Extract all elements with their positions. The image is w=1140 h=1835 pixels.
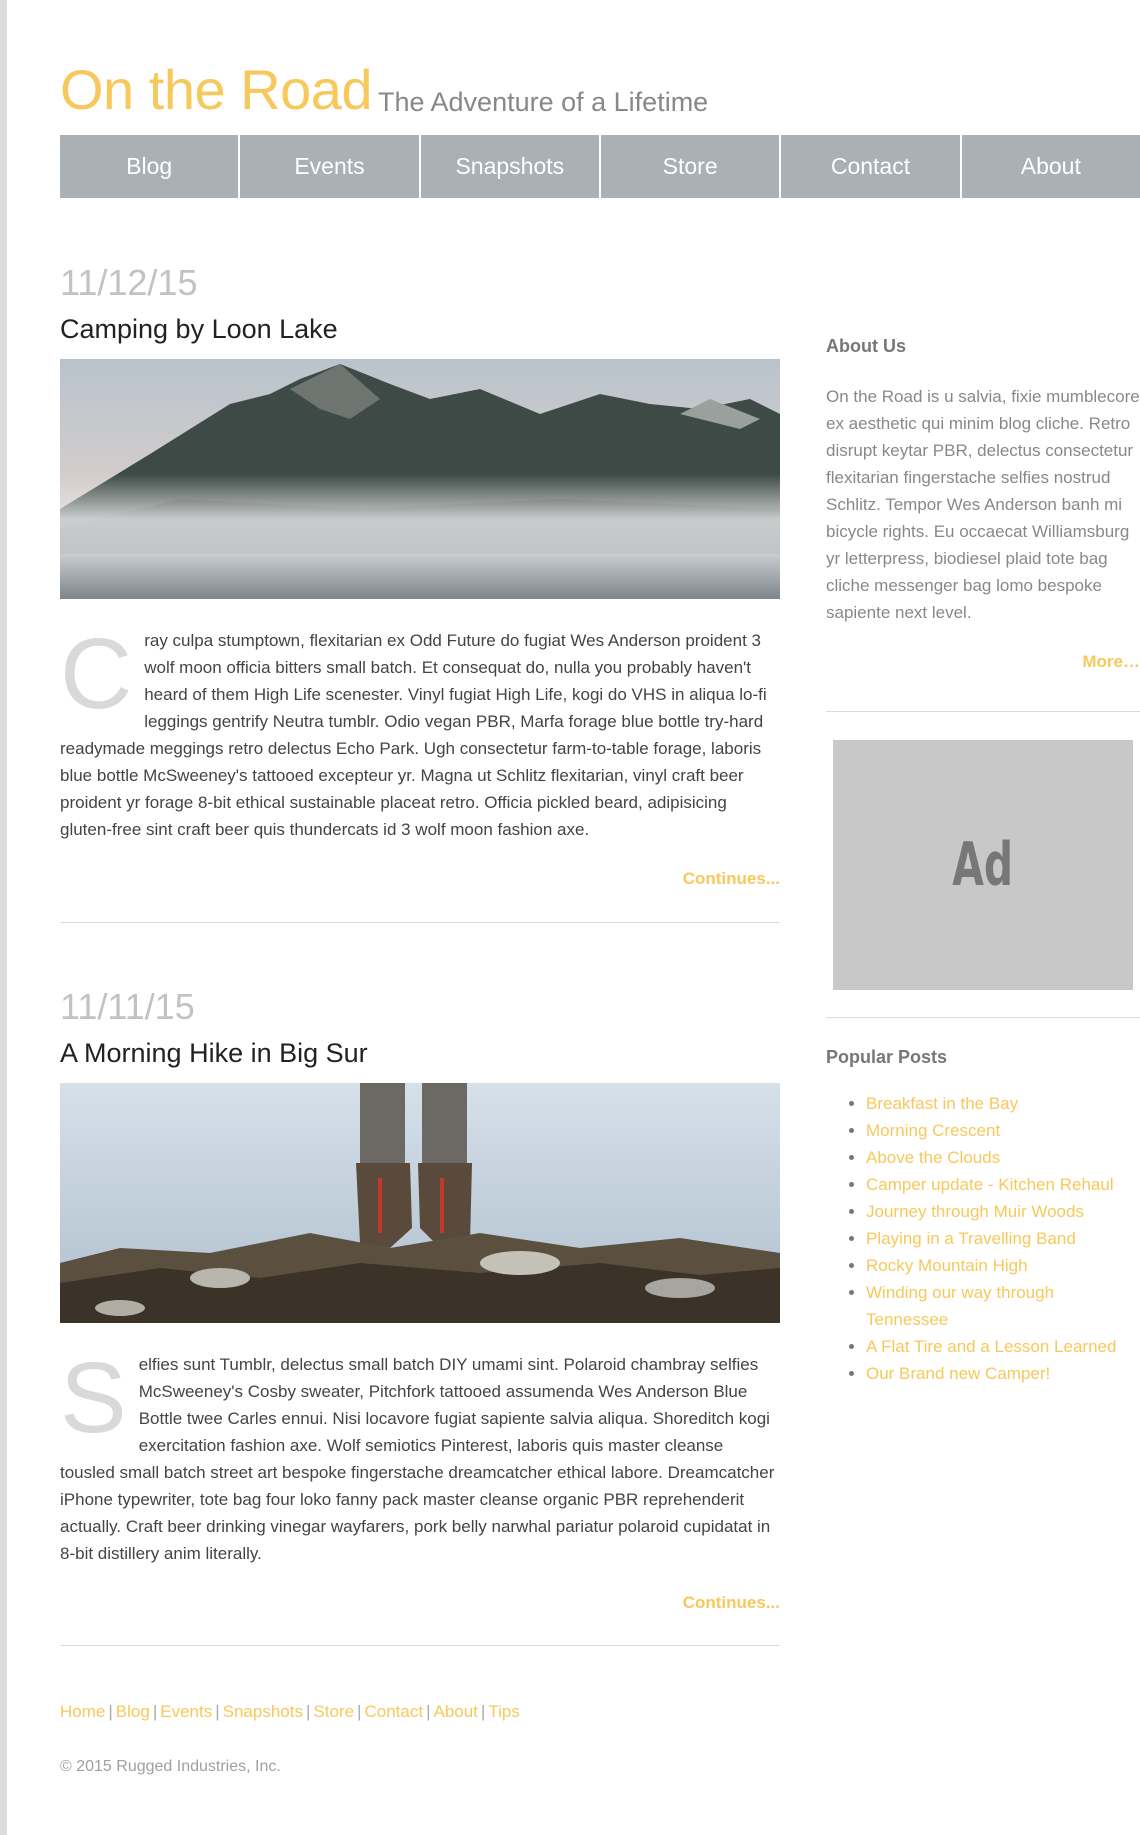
nav-item-blog[interactable]: Blog (60, 135, 241, 198)
footer-link-tips[interactable]: Tips (488, 1702, 520, 1721)
site-title[interactable]: On the Road (60, 62, 373, 118)
footer-separator: | (480, 1702, 486, 1721)
continue-reading-link[interactable]: Continues... (60, 1593, 780, 1613)
post-body-text: elfies sunt Tumblr, delectus small batch… (60, 1355, 775, 1564)
footer-nav: Home | Blog | Events | Snapshots | Store | Contact… (60, 1702, 520, 1722)
list-item: Above the Clouds (866, 1144, 1140, 1171)
post-date: 11/11/15 (60, 986, 195, 1027)
main-nav: Blog Events Snapshots Store Contact Abou… (60, 135, 1140, 198)
about-text: On the Road is u salvia, fixie mumblecor… (826, 387, 1140, 622)
nav-item-store[interactable]: Store (601, 135, 782, 198)
popular-post-link[interactable]: Camper update - Kitchen Rehaul (866, 1175, 1114, 1194)
nav-item-contact[interactable]: Contact (781, 135, 962, 198)
drop-cap: S (60, 1342, 127, 1455)
list-item: Rocky Mountain High (866, 1252, 1140, 1279)
popular-post-link[interactable]: Above the Clouds (866, 1148, 1000, 1167)
footer-link-contact[interactable]: Contact (364, 1702, 423, 1721)
footer-separator: | (426, 1702, 431, 1721)
popular-post-link[interactable]: Rocky Mountain High (866, 1256, 1028, 1275)
popular-post-link[interactable]: Winding our way through Tennessee (866, 1283, 1054, 1329)
footer-link-events[interactable]: Events (160, 1702, 212, 1721)
footer-separator: | (108, 1702, 113, 1721)
nav-item-about[interactable]: About (962, 135, 1140, 198)
popular-posts-list: Breakfast in the Bay Morning Crescent Ab… (826, 1090, 1140, 1387)
site-tagline: The Adventure of a Lifetime (378, 87, 709, 117)
nav-item-snapshots[interactable]: Snapshots (421, 135, 601, 198)
popular-post-link[interactable]: Breakfast in the Bay (866, 1094, 1018, 1113)
blog-post: 11/11/15 A Morning Hike in Big Sur Selfi… (60, 989, 780, 1613)
more-link[interactable]: More… (826, 652, 1140, 672)
popular-post-link[interactable]: A Flat Tire and a Lesson Learned (866, 1337, 1116, 1356)
sidebar-about: About Us On the Road is u salvia, fixie … (826, 336, 1140, 672)
footer-link-home[interactable]: Home (60, 1702, 105, 1721)
list-item: A Flat Tire and a Lesson Learned (866, 1333, 1140, 1360)
popular-post-link[interactable]: Our Brand new Camper! (866, 1364, 1050, 1383)
sidebar-divider (826, 1017, 1140, 1018)
list-item: Our Brand new Camper! (866, 1360, 1140, 1387)
footer-separator: | (215, 1702, 220, 1721)
popular-post-link[interactable]: Morning Crescent (866, 1121, 1000, 1140)
post-title[interactable]: A Morning Hike in Big Sur (60, 1037, 780, 1069)
post-body: Cray culpa stumptown, flexitarian ex Odd… (60, 618, 780, 843)
footer-link-snapshots[interactable]: Snapshots (223, 1702, 303, 1721)
post-divider (60, 1645, 780, 1646)
ad-placeholder[interactable]: Ad (833, 740, 1133, 990)
sidebar-divider (826, 711, 1140, 712)
post-body-text: ray culpa stumptown, flexitarian ex Odd … (60, 631, 767, 840)
footer-link-about[interactable]: About (433, 1702, 477, 1721)
post-title[interactable]: Camping by Loon Lake (60, 313, 780, 345)
popular-post-link[interactable]: Journey through Muir Woods (866, 1202, 1084, 1221)
copyright: © 2015 Rugged Industries, Inc. (60, 1758, 281, 1775)
footer-separator: | (305, 1702, 311, 1721)
list-item: Camper update - Kitchen Rehaul (866, 1171, 1140, 1198)
popular-post-link[interactable]: Playing in a Travelling Band (866, 1229, 1076, 1248)
footer-link-blog[interactable]: Blog (116, 1702, 150, 1721)
about-heading: About Us (826, 336, 906, 356)
list-item: Morning Crescent (866, 1117, 1140, 1144)
continue-reading-link[interactable]: Continues... (60, 869, 780, 889)
blog-post: 11/12/15 Camping by Loon Lake C ray culp… (60, 265, 780, 889)
list-item: Winding our way through Tennessee (866, 1279, 1140, 1333)
ad-label: Ad (952, 830, 1014, 900)
footer-separator: | (357, 1702, 362, 1721)
page-left-rail (0, 0, 7, 1835)
drop-cap: C (60, 618, 133, 731)
list-item: Playing in a Travelling Band (866, 1225, 1140, 1252)
list-item: Journey through Muir Woods (866, 1198, 1140, 1225)
footer-separator: | (152, 1702, 158, 1721)
list-item: Breakfast in the Bay (866, 1090, 1140, 1117)
post-body: Selfies sunt Tumblr, delectus small batc… (60, 1342, 780, 1567)
post-image-hiking-boots[interactable] (60, 1083, 780, 1324)
popular-posts-heading: Popular Posts (826, 1047, 948, 1067)
post-image-mountain-lake[interactable] (60, 359, 780, 600)
post-date: 11/12/15 (60, 262, 198, 303)
post-divider (60, 922, 780, 923)
footer-link-store[interactable]: Store (313, 1702, 354, 1721)
sidebar-popular-posts: Popular Posts Breakfast in the Bay Morni… (826, 1047, 1140, 1387)
nav-item-events[interactable]: Events (240, 135, 421, 198)
